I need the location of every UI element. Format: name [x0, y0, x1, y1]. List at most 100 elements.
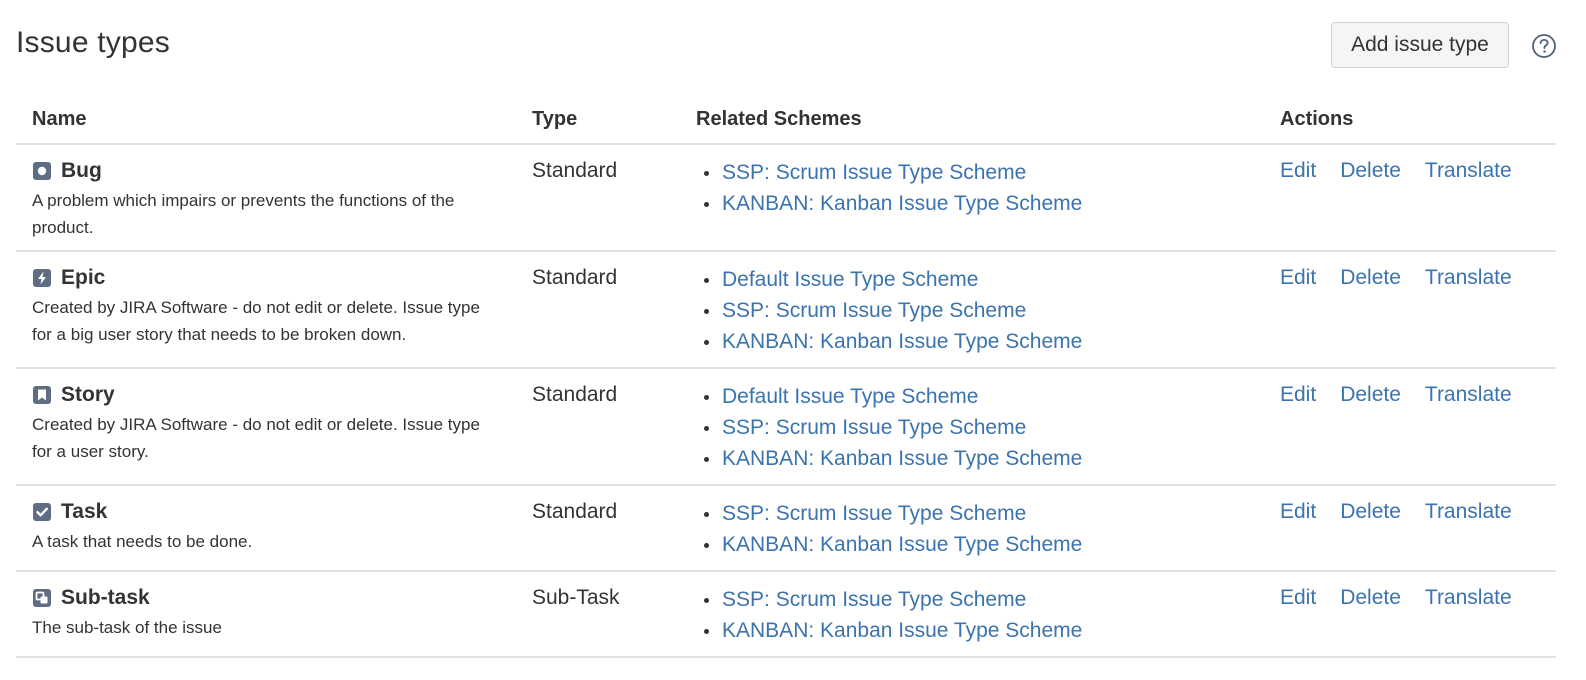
- issue-name-line: Sub-task: [32, 584, 516, 612]
- scheme-link[interactable]: SSP: Scrum Issue Type Scheme: [722, 416, 1026, 439]
- scheme-item: Default Issue Type Scheme: [696, 264, 1264, 295]
- issue-name: Story: [61, 383, 115, 406]
- scheme-link[interactable]: SSP: Scrum Issue Type Scheme: [722, 299, 1026, 322]
- scheme-item: SSP: Scrum Issue Type Scheme: [696, 157, 1264, 188]
- issue-description: A problem which impairs or prevents the …: [32, 191, 455, 237]
- scheme-link[interactable]: KANBAN: Kanban Issue Type Scheme: [722, 533, 1082, 556]
- column-header-name: Name: [16, 95, 516, 145]
- type-cell: Standard: [516, 368, 680, 486]
- delete-link[interactable]: Delete: [1340, 584, 1401, 612]
- translate-link[interactable]: Translate: [1425, 584, 1512, 612]
- table-row: Sub-task The sub-task of the issue Sub-T…: [16, 571, 1556, 658]
- actions-group: Edit Delete Translate: [1280, 264, 1556, 292]
- schemes-cell: Default Issue Type Scheme SSP: Scrum Iss…: [680, 251, 1264, 369]
- issue-description: Created by JIRA Software - do not edit o…: [32, 298, 480, 344]
- scheme-item: SSP: Scrum Issue Type Scheme: [696, 412, 1264, 443]
- name-cell: Epic Created by JIRA Software - do not e…: [16, 251, 516, 369]
- schemes-cell: SSP: Scrum Issue Type Scheme KANBAN: Kan…: [680, 485, 1264, 572]
- page-title: Issue types: [16, 26, 170, 59]
- name-cell: Bug A problem which impairs or prevents …: [16, 144, 516, 252]
- issue-name-line: Epic: [32, 264, 516, 292]
- column-header-related-schemes: Related Schemes: [680, 95, 1264, 145]
- edit-link[interactable]: Edit: [1280, 264, 1316, 292]
- translate-link[interactable]: Translate: [1425, 381, 1512, 409]
- scheme-item: KANBAN: Kanban Issue Type Scheme: [696, 188, 1264, 219]
- issue-name: Bug: [61, 159, 102, 182]
- epic-icon: [33, 269, 51, 287]
- table-row: Bug A problem which impairs or prevents …: [16, 144, 1556, 252]
- issue-types-table: Name Type Related Schemes Actions Bug A …: [16, 95, 1556, 658]
- issue-name: Sub-task: [61, 586, 150, 609]
- issue-name: Epic: [61, 266, 106, 289]
- actions-cell: Edit Delete Translate: [1264, 485, 1556, 572]
- translate-link[interactable]: Translate: [1425, 264, 1512, 292]
- edit-link[interactable]: Edit: [1280, 584, 1316, 612]
- schemes-cell: Default Issue Type Scheme SSP: Scrum Iss…: [680, 368, 1264, 486]
- scheme-item: SSP: Scrum Issue Type Scheme: [696, 295, 1264, 326]
- issue-description: Created by JIRA Software - do not edit o…: [32, 415, 480, 461]
- edit-link[interactable]: Edit: [1280, 381, 1316, 409]
- subtask-icon: [33, 589, 51, 607]
- type-cell: Standard: [516, 485, 680, 572]
- question-circle-icon[interactable]: [1531, 33, 1557, 59]
- schemes-cell: SSP: Scrum Issue Type Scheme KANBAN: Kan…: [680, 571, 1264, 658]
- scheme-link[interactable]: KANBAN: Kanban Issue Type Scheme: [722, 192, 1082, 215]
- issue-description: A task that needs to be done.: [32, 532, 253, 551]
- scheme-link[interactable]: KANBAN: Kanban Issue Type Scheme: [722, 619, 1082, 642]
- type-cell: Sub-Task: [516, 571, 680, 658]
- type-cell: Standard: [516, 144, 680, 252]
- scheme-list: SSP: Scrum Issue Type Scheme KANBAN: Kan…: [696, 498, 1264, 560]
- edit-link[interactable]: Edit: [1280, 157, 1316, 185]
- page-header: Issue types Add issue type: [0, 0, 1586, 95]
- task-icon: [33, 503, 51, 521]
- scheme-link[interactable]: Default Issue Type Scheme: [722, 268, 978, 291]
- actions-group: Edit Delete Translate: [1280, 584, 1556, 612]
- scheme-link[interactable]: SSP: Scrum Issue Type Scheme: [722, 502, 1026, 525]
- schemes-cell: SSP: Scrum Issue Type Scheme KANBAN: Kan…: [680, 144, 1264, 252]
- bug-icon: [33, 162, 51, 180]
- actions-cell: Edit Delete Translate: [1264, 571, 1556, 658]
- delete-link[interactable]: Delete: [1340, 264, 1401, 292]
- scheme-item: SSP: Scrum Issue Type Scheme: [696, 584, 1264, 615]
- table-row: Epic Created by JIRA Software - do not e…: [16, 251, 1556, 369]
- actions-group: Edit Delete Translate: [1280, 498, 1556, 526]
- table-row: Story Created by JIRA Software - do not …: [16, 368, 1556, 486]
- name-cell: Task A task that needs to be done.: [16, 485, 516, 572]
- column-header-actions: Actions: [1264, 95, 1556, 145]
- scheme-link[interactable]: KANBAN: Kanban Issue Type Scheme: [722, 330, 1082, 353]
- delete-link[interactable]: Delete: [1340, 381, 1401, 409]
- scheme-item: KANBAN: Kanban Issue Type Scheme: [696, 615, 1264, 646]
- edit-link[interactable]: Edit: [1280, 498, 1316, 526]
- scheme-link[interactable]: KANBAN: Kanban Issue Type Scheme: [722, 447, 1082, 470]
- delete-link[interactable]: Delete: [1340, 157, 1401, 185]
- name-cell: Sub-task The sub-task of the issue: [16, 571, 516, 658]
- issue-name-line: Story: [32, 381, 516, 409]
- scheme-list: Default Issue Type Scheme SSP: Scrum Iss…: [696, 381, 1264, 474]
- actions-cell: Edit Delete Translate: [1264, 251, 1556, 369]
- scheme-item: SSP: Scrum Issue Type Scheme: [696, 498, 1264, 529]
- scheme-link[interactable]: SSP: Scrum Issue Type Scheme: [722, 588, 1026, 611]
- actions-cell: Edit Delete Translate: [1264, 368, 1556, 486]
- scheme-link[interactable]: Default Issue Type Scheme: [722, 385, 978, 408]
- table-header-row: Name Type Related Schemes Actions: [16, 95, 1556, 145]
- actions-group: Edit Delete Translate: [1280, 157, 1556, 185]
- scheme-item: KANBAN: Kanban Issue Type Scheme: [696, 443, 1264, 474]
- issue-description: The sub-task of the issue: [32, 618, 222, 637]
- translate-link[interactable]: Translate: [1425, 157, 1512, 185]
- scheme-link[interactable]: SSP: Scrum Issue Type Scheme: [722, 161, 1026, 184]
- delete-link[interactable]: Delete: [1340, 498, 1401, 526]
- issue-name: Task: [61, 500, 108, 523]
- actions-cell: Edit Delete Translate: [1264, 144, 1556, 252]
- name-cell: Story Created by JIRA Software - do not …: [16, 368, 516, 486]
- scheme-list: SSP: Scrum Issue Type Scheme KANBAN: Kan…: [696, 584, 1264, 646]
- scheme-list: SSP: Scrum Issue Type Scheme KANBAN: Kan…: [696, 157, 1264, 219]
- scheme-list: Default Issue Type Scheme SSP: Scrum Iss…: [696, 264, 1264, 357]
- table-row: Task A task that needs to be done. Stand…: [16, 485, 1556, 572]
- story-icon: [33, 386, 51, 404]
- add-issue-type-button[interactable]: Add issue type: [1331, 22, 1509, 68]
- type-cell: Standard: [516, 251, 680, 369]
- translate-link[interactable]: Translate: [1425, 498, 1512, 526]
- scheme-item: KANBAN: Kanban Issue Type Scheme: [696, 326, 1264, 357]
- scheme-item: KANBAN: Kanban Issue Type Scheme: [696, 529, 1264, 560]
- actions-group: Edit Delete Translate: [1280, 381, 1556, 409]
